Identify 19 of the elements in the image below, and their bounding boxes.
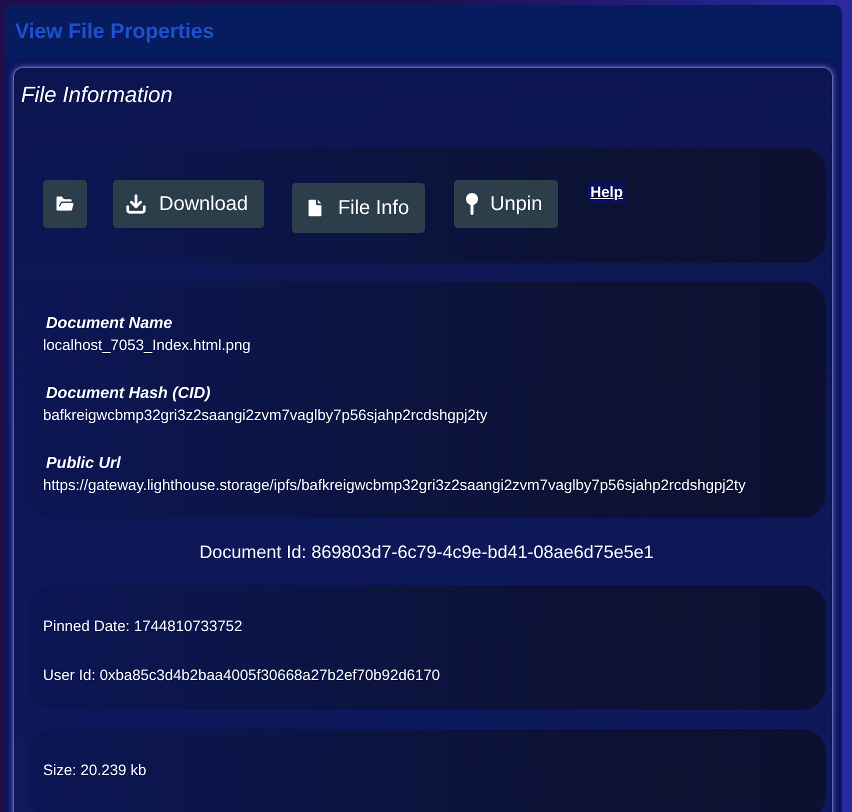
info-line: Pinned Date: 1744810733752: [43, 618, 244, 635]
field-value: https://gateway.lighthouse.storage/ipfs/bafkreigwcbmp32gri3z2saangi2zvm7vaglby7p56sjahp2rcdshgpj2ty: [43, 477, 747, 494]
field-value: bafkreigwcbmp32gri3z2saangi2zvm7vaglby7p56sjahp2rcdshgpj2ty: [43, 407, 488, 424]
field-label: Document Hash (CID): [46, 385, 212, 403]
field-label: Public Url: [46, 455, 122, 473]
page-title: View File Properties: [15, 20, 214, 44]
document-id: Document Id: 869803d7-6c79-4c9e-bd41-08ae6d75e5e1: [198, 542, 655, 563]
info-line: Size: 20.239 kb: [43, 762, 148, 779]
unpin-button[interactable]: Unpin: [454, 180, 558, 228]
open-folder-button[interactable]: [43, 180, 87, 228]
info-line: User Id: 0xba85c3d4b2baa4005f30668a27b2ef70b92d6170: [43, 667, 442, 684]
field-value: localhost_7053_Index.html.png: [43, 337, 252, 354]
field-label: Document Name: [46, 315, 174, 333]
download-button[interactable]: Download: [113, 180, 264, 228]
card-title: File Information: [21, 82, 174, 108]
download-icon: [125, 193, 147, 215]
help-link[interactable]: Help: [587, 182, 626, 203]
file-info-button[interactable]: File Info: [292, 183, 426, 233]
pin-icon: [466, 193, 478, 215]
